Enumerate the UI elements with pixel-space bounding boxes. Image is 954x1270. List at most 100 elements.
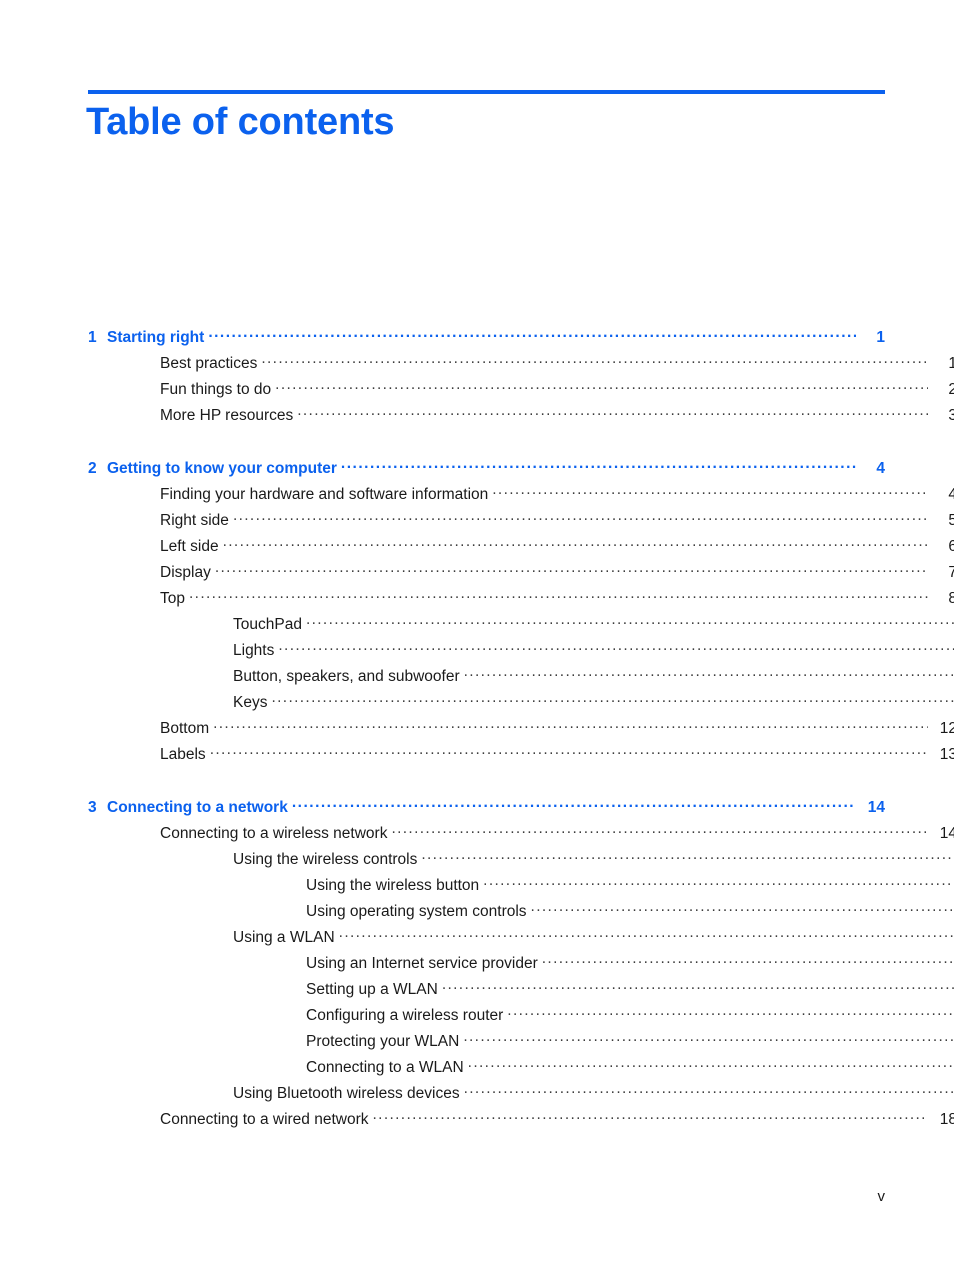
header-rule <box>88 90 885 94</box>
toc-entry-label: Connecting to a wired network <box>160 1110 369 1128</box>
dot-leader <box>223 535 928 551</box>
toc-entry-label: Keys <box>233 693 268 711</box>
dot-leader <box>261 352 928 368</box>
dot-leader <box>464 665 954 681</box>
dot-leader <box>442 978 954 994</box>
toc-chapter-entry[interactable]: 1 Starting right 1 <box>88 326 885 352</box>
toc-entry-page-number: 8 <box>948 589 954 607</box>
dot-leader <box>292 796 856 812</box>
dot-leader <box>213 717 928 733</box>
toc-entry-label: Fun things to do <box>160 380 272 398</box>
page-folio: v <box>877 1188 886 1205</box>
toc-entry-page-number: 3 <box>948 406 954 424</box>
dot-leader <box>464 1082 954 1098</box>
dot-leader <box>339 926 954 942</box>
dot-leader <box>468 1056 954 1072</box>
toc-entry-label: Using Bluetooth wireless devices <box>233 1084 460 1102</box>
toc-entry-label: Using an Internet service provider <box>306 954 538 972</box>
toc-entry-page-number: 2 <box>948 380 954 398</box>
toc-sub-entry[interactable]: Using the wireless controls15 <box>88 848 954 874</box>
toc-entry-label: Button, speakers, and subwoofer <box>233 667 460 685</box>
dot-leader <box>306 613 954 629</box>
toc-sub-entry[interactable]: More HP resources 3 <box>88 404 954 430</box>
toc-entry-label: More HP resources <box>160 406 294 424</box>
toc-entry-page-number: 5 <box>948 511 954 529</box>
toc-entry-label: Left side <box>160 537 219 555</box>
toc-entry-label: Bottom <box>160 719 210 737</box>
toc-sub-entry[interactable]: Protecting your WLAN16 <box>88 1030 954 1056</box>
toc-sub-entry[interactable]: Best practices 1 <box>88 352 954 378</box>
table-of-contents-list: 1 Starting right 1 Best practices 1 Fun thing… <box>0 326 954 1134</box>
toc-sub-entry[interactable]: Using the wireless button15 <box>88 874 954 900</box>
dot-leader <box>391 822 928 838</box>
toc-entry-label: Connecting to a WLAN <box>306 1058 464 1076</box>
dot-leader <box>463 1030 954 1046</box>
dot-leader <box>233 509 928 525</box>
toc-entry-label: TouchPad <box>233 615 302 633</box>
toc-entry-page-number: 18 <box>939 1110 954 1128</box>
dot-leader <box>215 561 928 577</box>
toc-sub-entry[interactable]: Using an Internet service provider16 <box>88 952 954 978</box>
page-title: Table of contents <box>86 101 395 143</box>
toc-entry-page-number: 4 <box>876 459 885 477</box>
toc-entry-label: Using a WLAN <box>233 928 335 946</box>
toc-sub-entry[interactable]: Lights9 <box>88 639 954 665</box>
toc-sub-entry[interactable]: Using Bluetooth wireless devices17 <box>88 1082 954 1108</box>
dot-leader <box>483 874 954 890</box>
toc-chapter-entry[interactable]: 3 Connecting to a network 14 <box>88 796 885 822</box>
toc-sub-entry[interactable]: Top 8 <box>88 587 954 613</box>
dot-leader <box>542 952 954 968</box>
toc-entry-label: Finding your hardware and software infor… <box>160 485 489 503</box>
dot-leader <box>208 326 856 342</box>
toc-sub-entry[interactable]: Left side 6 <box>88 535 954 561</box>
toc-entry-label: Labels <box>160 745 206 763</box>
toc-entry-page-number: 14 <box>867 798 885 816</box>
toc-entry-page-number: 7 <box>948 563 954 581</box>
toc-sub-entry[interactable]: Labels 13 <box>88 743 954 769</box>
dot-leader <box>421 848 954 864</box>
toc-entry-label: Lights <box>233 641 275 659</box>
toc-sub-entry[interactable]: Connecting to a wireless network 14 <box>88 822 954 848</box>
toc-chapter-entry[interactable]: 2 Getting to know your computer 4 <box>88 457 885 483</box>
toc-entry-label: Configuring a wireless router <box>306 1006 504 1024</box>
toc-entry-label: Starting right <box>107 328 205 346</box>
toc-sub-entry[interactable]: Bottom 12 <box>88 717 954 743</box>
dot-leader <box>492 483 928 499</box>
toc-entry-label: Best practices <box>160 354 258 372</box>
dot-leader <box>278 639 954 655</box>
dot-leader <box>531 900 954 916</box>
toc-sub-entry[interactable]: Right side 5 <box>88 509 954 535</box>
dot-leader <box>507 1004 954 1020</box>
dot-leader <box>341 457 856 473</box>
chapter-number: 3 <box>88 798 97 816</box>
toc-sub-entry[interactable]: Connecting to a wired network 18 <box>88 1108 954 1134</box>
toc-sub-entry[interactable]: TouchPad8 <box>88 613 954 639</box>
toc-entry-label: Protecting your WLAN <box>306 1032 460 1050</box>
toc-entry-label: Getting to know your computer <box>107 459 337 477</box>
toc-sub-entry[interactable]: Display 7 <box>88 561 954 587</box>
toc-sub-entry[interactable]: Setting up a WLAN16 <box>88 978 954 1004</box>
toc-entry-page-number: 1 <box>876 328 885 346</box>
toc-entry-page-number: 4 <box>948 485 954 503</box>
toc-entry-label: Right side <box>160 511 229 529</box>
toc-entry-page-number: 14 <box>939 824 954 842</box>
dot-leader <box>275 378 928 394</box>
toc-entry-label: Using the wireless button <box>306 876 480 894</box>
toc-sub-entry[interactable]: Button, speakers, and subwoofer10 <box>88 665 954 691</box>
toc-entry-label: Top <box>160 589 185 607</box>
toc-sub-entry[interactable]: Connecting to a WLAN17 <box>88 1056 954 1082</box>
toc-entry-label: Connecting to a wireless network <box>160 824 388 842</box>
dot-leader <box>189 587 928 603</box>
toc-entry-page-number: 6 <box>948 537 954 555</box>
toc-sub-entry[interactable]: Keys11 <box>88 691 954 717</box>
toc-sub-entry[interactable]: Finding your hardware and software infor… <box>88 483 954 509</box>
toc-entry-label: Connecting to a network <box>107 798 288 816</box>
toc-entry-label: Using operating system controls <box>306 902 527 920</box>
toc-sub-entry[interactable]: Fun things to do 2 <box>88 378 954 404</box>
toc-page: Table of contents 1Starting right1Best p… <box>0 0 954 1270</box>
toc-sub-entry[interactable]: Using a WLAN15 <box>88 926 954 952</box>
toc-sub-entry[interactable]: Configuring a wireless router16 <box>88 1004 954 1030</box>
toc-sub-entry[interactable]: Using operating system controls15 <box>88 900 954 926</box>
toc-entry-page-number: 12 <box>939 719 954 737</box>
dot-leader <box>373 1108 928 1124</box>
